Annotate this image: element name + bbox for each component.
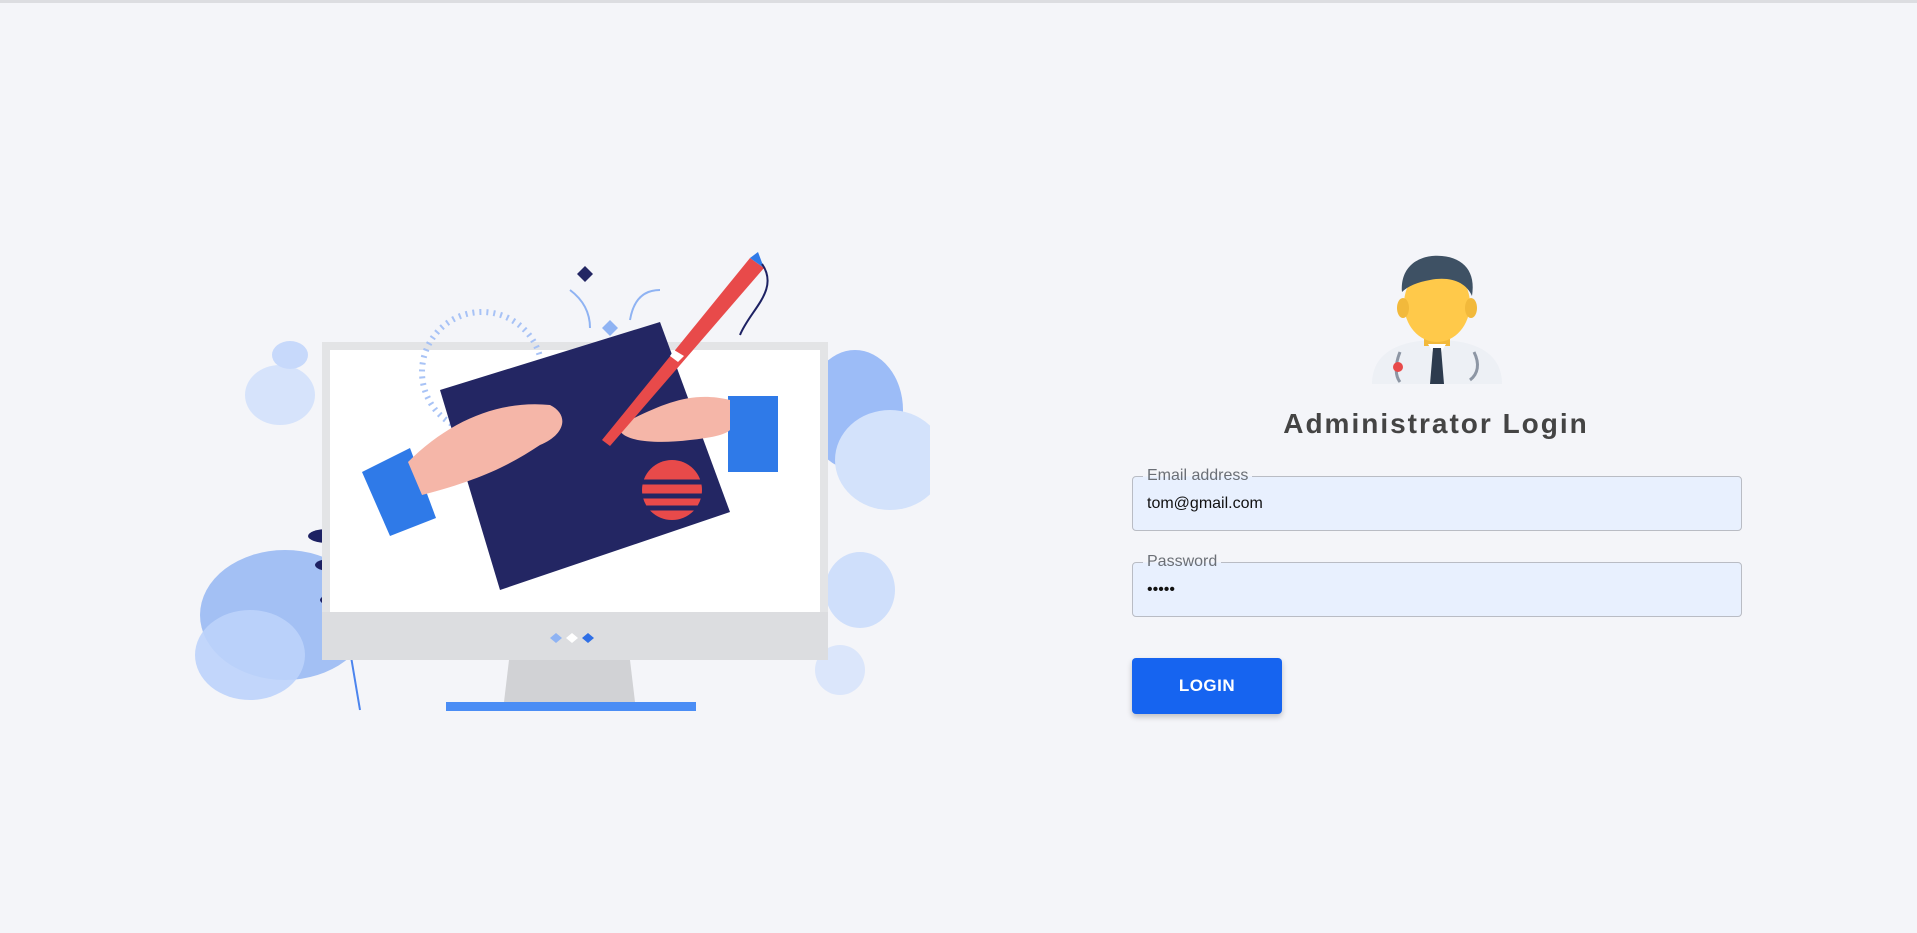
top-divider <box>0 0 1917 3</box>
email-field[interactable]: Email address tom@gmail.com <box>1132 467 1742 531</box>
page-title: Administrator Login <box>1283 408 1589 439</box>
doctor-avatar-icon <box>1372 255 1502 384</box>
login-button[interactable]: LOGIN <box>1132 658 1282 714</box>
password-value[interactable]: ••••• <box>1147 581 1175 599</box>
email-label: Email address <box>1143 467 1253 485</box>
monitor-hands-illustration <box>195 252 930 711</box>
password-field[interactable]: Password ••••• <box>1132 553 1742 617</box>
password-label: Password <box>1143 553 1222 571</box>
email-value[interactable]: tom@gmail.com <box>1147 495 1263 513</box>
